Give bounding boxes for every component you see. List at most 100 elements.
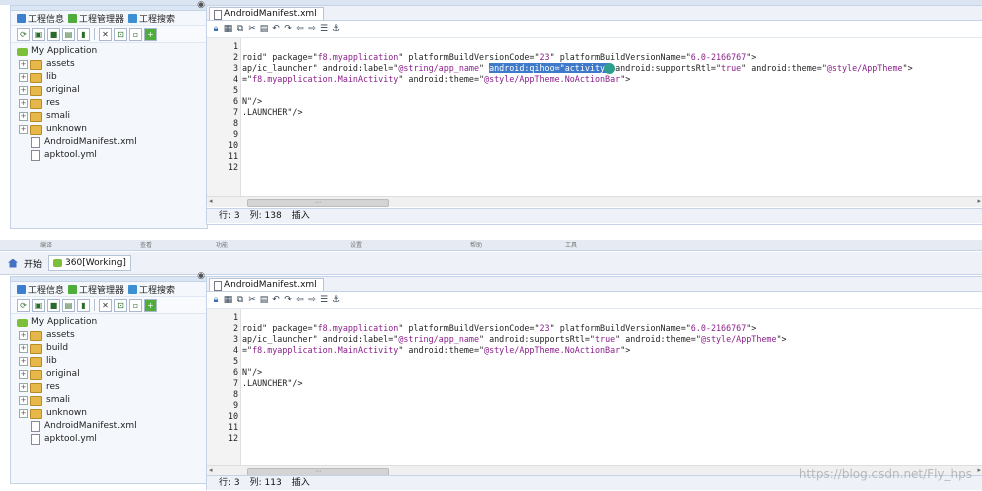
expand-icon[interactable]: + (19, 409, 28, 418)
expand-icon[interactable]: + (19, 112, 28, 121)
editor-tab[interactable]: AndroidManifest.xml (209, 278, 324, 291)
save-icon[interactable]: ▦ (223, 295, 233, 305)
back-icon[interactable]: ⇦ (295, 295, 305, 305)
tool-icon[interactable]: ⚓︎ (331, 295, 341, 305)
tree-folder[interactable]: + assets (11, 329, 207, 342)
tool-icon[interactable]: ⚓︎ (331, 24, 341, 34)
tree-folder[interactable]: + original (11, 84, 207, 97)
eye-icon[interactable]: ◉ (197, 0, 205, 10)
copy-icon[interactable]: ▫ (129, 298, 142, 312)
stop-icon[interactable]: ■ (47, 298, 60, 312)
code-area[interactable]: 1 2 3 4 5 6 7 8 9 10 11 12 roid" package="f8.myappl… (207, 309, 982, 468)
menu-settings[interactable]: 设置 (350, 240, 362, 249)
expand-icon[interactable]: + (19, 396, 28, 405)
tree-file[interactable]: apktool.yml (11, 433, 207, 446)
code-area[interactable]: 1 2 3 4 5 6 7 8 9 10 11 12 roid" package="f8.myappl… (207, 38, 982, 199)
copy-icon[interactable]: ⧉ (235, 24, 245, 34)
refresh-icon[interactable]: ⟳ (17, 298, 30, 312)
new-icon[interactable]: ▣ (32, 27, 45, 41)
add-icon[interactable]: + (144, 27, 157, 41)
menu-tools[interactable]: 工具 (565, 240, 577, 249)
scroll-left-icon[interactable]: ◂ (209, 197, 213, 205)
forward-icon[interactable]: ⇨ (307, 24, 317, 34)
copy-icon[interactable]: ▫ (129, 27, 142, 41)
paste-icon[interactable]: ▤ (259, 24, 269, 34)
menu-build[interactable]: 编译 (40, 240, 52, 249)
scroll-right-icon[interactable]: ▸ (977, 197, 981, 205)
expand-icon[interactable]: + (19, 357, 28, 366)
home-tab[interactable]: 开始 (24, 257, 42, 270)
forward-icon[interactable]: ⇨ (307, 295, 317, 305)
cut-icon[interactable]: ✂ (247, 295, 257, 305)
tree-root[interactable]: My Application (11, 316, 207, 329)
scroll-right-icon[interactable]: ▸ (977, 466, 981, 474)
back-icon[interactable]: ⇦ (295, 24, 305, 34)
tree-folder[interactable]: + unknown (11, 123, 207, 136)
scroll-left-icon[interactable]: ◂ (209, 466, 213, 474)
save-icon[interactable]: ▦ (223, 24, 233, 34)
tree-folder[interactable]: + res (11, 97, 207, 110)
expand-icon[interactable]: + (19, 344, 28, 353)
expand-icon[interactable]: + (19, 60, 28, 69)
format-icon[interactable]: ☰ (319, 295, 329, 305)
tab-project-info[interactable]: 工程信息 (17, 283, 64, 296)
copy-icon[interactable]: ⧉ (235, 295, 245, 305)
undo-icon[interactable]: ↶ (271, 24, 281, 34)
tree-folder[interactable]: + original (11, 368, 207, 381)
menu-view[interactable]: 查看 (140, 240, 152, 249)
cut-icon[interactable]: ⊡ (114, 298, 127, 312)
tree-folder[interactable]: + assets (11, 58, 207, 71)
tree-folder[interactable]: + build (11, 342, 207, 355)
scroll-thumb[interactable]: ⋯ (247, 199, 389, 207)
tab-project-info[interactable]: 工程信息 (17, 12, 64, 25)
bookmark-icon[interactable]: ▮ (77, 298, 90, 312)
tree-folder[interactable]: + lib (11, 71, 207, 84)
lock-icon[interactable]: 🔒︎ (211, 24, 221, 34)
eye-icon[interactable]: ◉ (197, 271, 205, 281)
tab-project-search[interactable]: 工程搜索 (128, 283, 175, 296)
lock-icon[interactable]: 🔒︎ (211, 295, 221, 305)
open-folder-icon[interactable]: ▤ (62, 27, 75, 41)
editor-tab[interactable]: AndroidManifest.xml (209, 7, 324, 20)
expand-icon[interactable]: + (19, 125, 28, 134)
open-folder-icon[interactable]: ▤ (62, 298, 75, 312)
tree-folder[interactable]: + unknown (11, 407, 207, 420)
tree-file[interactable]: AndroidManifest.xml (11, 420, 207, 433)
working-tab[interactable]: 360[Working] (48, 255, 131, 271)
new-icon[interactable]: ▣ (32, 298, 45, 312)
tab-project-search[interactable]: 工程搜索 (128, 12, 175, 25)
redo-icon[interactable]: ↷ (283, 24, 293, 34)
tree-folder[interactable]: + lib (11, 355, 207, 368)
home-icon[interactable] (8, 258, 18, 268)
expand-icon[interactable]: + (19, 383, 28, 392)
folder-icon (30, 124, 42, 135)
menu-function[interactable]: 功能 (216, 240, 228, 249)
expand-icon[interactable]: + (19, 99, 28, 108)
expand-icon[interactable]: + (19, 73, 28, 82)
delete-icon[interactable]: ✕ (99, 298, 112, 312)
menu-help[interactable]: 帮助 (470, 240, 482, 249)
expand-icon[interactable]: + (19, 331, 28, 340)
tree-folder[interactable]: + smali (11, 110, 207, 123)
paste-icon[interactable]: ▤ (259, 295, 269, 305)
delete-icon[interactable]: ✕ (99, 27, 112, 41)
tree-folder[interactable]: + res (11, 381, 207, 394)
tree-file[interactable]: AndroidManifest.xml (11, 136, 207, 149)
expand-icon[interactable]: + (19, 86, 28, 95)
undo-icon[interactable]: ↶ (271, 295, 281, 305)
horizontal-scrollbar[interactable]: ◂ ⋯ ▸ (207, 196, 982, 207)
tree-file[interactable]: apktool.yml (11, 149, 207, 162)
tree-folder[interactable]: + smali (11, 394, 207, 407)
cut-icon[interactable]: ✂ (247, 24, 257, 34)
redo-icon[interactable]: ↷ (283, 295, 293, 305)
refresh-icon[interactable]: ⟳ (17, 27, 30, 41)
format-icon[interactable]: ☰ (319, 24, 329, 34)
tree-root[interactable]: My Application (11, 45, 207, 58)
bookmark-icon[interactable]: ▮ (77, 27, 90, 41)
expand-icon[interactable]: + (19, 370, 28, 379)
add-icon[interactable]: + (144, 298, 157, 312)
stop-icon[interactable]: ■ (47, 27, 60, 41)
cut-icon[interactable]: ⊡ (114, 27, 127, 41)
tab-project-manager[interactable]: 工程管理器 (68, 283, 124, 296)
tab-project-manager[interactable]: 工程管理器 (68, 12, 124, 25)
